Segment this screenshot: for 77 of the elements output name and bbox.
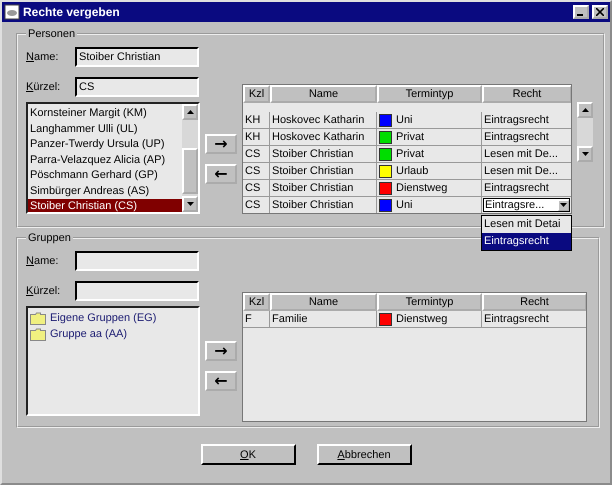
field-label: Kürzel: xyxy=(26,81,62,93)
dropdown-option[interactable]: Eintragsrecht xyxy=(482,233,571,250)
list-item[interactable]: Stoiber Christian (CS) xyxy=(28,199,182,212)
table-cell: Eintragsrecht xyxy=(482,129,571,146)
table-cell: Lesen mit De... xyxy=(482,163,571,180)
kuerzel-field[interactable] xyxy=(75,281,199,301)
column-header[interactable]: Name xyxy=(270,85,377,103)
table-cell: Stoiber Christian xyxy=(270,163,377,180)
table-cell: Hoskovec Katharin xyxy=(270,129,377,146)
table-cell: F xyxy=(243,311,270,328)
table-cell: Hoskovec Katharin xyxy=(270,112,377,129)
app-icon xyxy=(4,4,20,20)
close-button[interactable] xyxy=(592,5,608,19)
field-label: Kürzel: xyxy=(26,285,62,297)
list-item[interactable]: Pöschmann Gerhard (GP) xyxy=(28,168,182,184)
list-item[interactable]: Panzer-Twerdy Ursula (UP) xyxy=(28,137,182,152)
scrollbar[interactable] xyxy=(182,104,198,212)
minimize-button[interactable] xyxy=(573,5,589,19)
remove-button[interactable]: ← xyxy=(205,164,237,184)
table-cell: Uni xyxy=(377,112,482,129)
table-cell: Privat xyxy=(377,129,482,146)
column-header[interactable]: Name xyxy=(270,293,377,311)
dropdown-option[interactable]: Lesen mit Detai xyxy=(482,216,571,233)
scroll-down-icon xyxy=(186,202,194,206)
name-field[interactable] xyxy=(75,251,199,271)
folder-icon xyxy=(30,328,46,340)
group-title: Gruppen xyxy=(27,232,72,244)
kuerzel-field[interactable]: CS xyxy=(75,77,199,97)
rights-dropdown[interactable]: Eintragsre... xyxy=(483,198,570,212)
table-cell: CS xyxy=(243,146,270,163)
table-cell: CS xyxy=(243,180,270,197)
table-cell: Urlaub xyxy=(377,163,482,180)
window-title: Rechte vergeben xyxy=(23,5,121,19)
column-header[interactable]: Kzl xyxy=(243,85,270,103)
tree-item[interactable]: Gruppe aa (AA) xyxy=(50,328,128,340)
name-field[interactable]: Stoiber Christian xyxy=(75,47,199,67)
table-cell: Eintragsrecht xyxy=(482,112,571,129)
table-cell: Stoiber Christian xyxy=(270,146,377,163)
scrollbar[interactable] xyxy=(577,102,593,162)
table-cell: Eintragsrecht xyxy=(482,311,586,328)
list-item[interactable]: Kornsteiner Margit (KM) xyxy=(28,106,182,122)
field-label: Name: xyxy=(26,51,60,63)
table-cell: CS xyxy=(243,163,270,180)
ok-button[interactable]: OK xyxy=(200,444,296,465)
column-header[interactable]: Recht xyxy=(482,293,586,311)
scroll-up-icon xyxy=(186,110,194,114)
add-button[interactable]: → xyxy=(205,134,237,154)
column-header[interactable]: Termintyp xyxy=(377,293,482,311)
table-cell: Familie xyxy=(270,311,377,328)
remove-button[interactable]: ← xyxy=(205,371,237,391)
column-header[interactable]: Termintyp xyxy=(377,85,482,103)
table-cell: CS xyxy=(243,197,270,213)
list-item[interactable]: Parra-Velazquez Alicia (AP) xyxy=(28,152,182,168)
table-cell: Stoiber Christian xyxy=(270,180,377,197)
table-cell: Uni xyxy=(377,197,482,213)
cancel-button[interactable]: Abbrechen xyxy=(316,444,412,465)
table-cell: Privat xyxy=(377,146,482,163)
list-item[interactable]: Langhammer Ulli (UL) xyxy=(28,122,182,137)
table-cell: Eintragsrecht xyxy=(482,180,571,197)
field-label: Name: xyxy=(26,255,60,267)
column-header[interactable]: Kzl xyxy=(243,293,270,311)
scroll-up-icon xyxy=(582,108,588,112)
folder-icon xyxy=(30,312,46,324)
column-header[interactable]: Recht xyxy=(482,85,571,103)
scroll-down-icon xyxy=(582,152,588,156)
table-cell: Dienstweg xyxy=(377,180,482,197)
group-title: Personen xyxy=(27,28,76,40)
scroll-down-icon xyxy=(560,203,567,207)
table-cell: KH xyxy=(243,112,270,129)
list-item[interactable]: Simbürger Andreas (AS) xyxy=(28,184,182,199)
close-icon xyxy=(596,8,604,16)
add-button[interactable]: → xyxy=(205,341,237,361)
table-cell: KH xyxy=(243,129,270,146)
table-cell: Dienstweg xyxy=(377,311,482,328)
table-cell: Stoiber Christian xyxy=(270,197,377,213)
tree-item[interactable]: Eigene Gruppen (EG) xyxy=(50,312,156,324)
table-cell: Lesen mit De... xyxy=(482,146,571,163)
